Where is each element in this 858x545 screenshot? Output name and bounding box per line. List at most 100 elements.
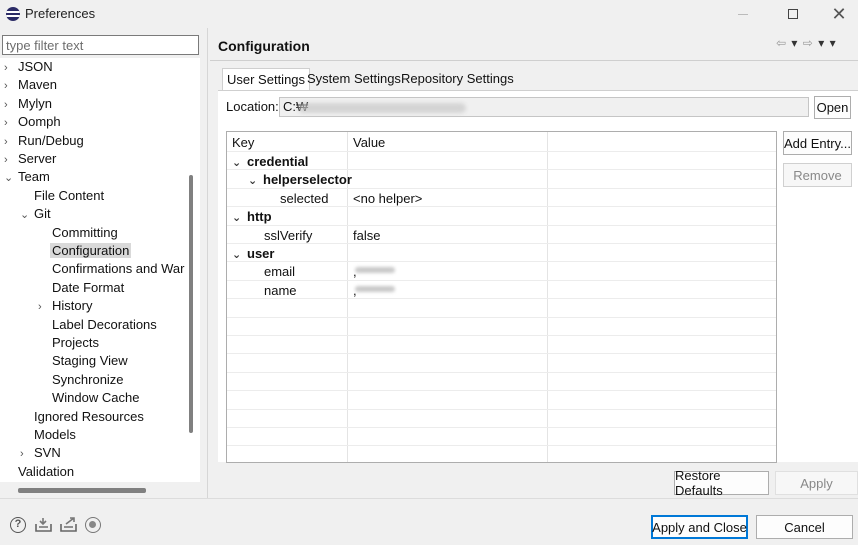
tree-item[interactable]: › SVN — [20, 444, 61, 462]
collapse-chevron-icon[interactable]: › — [4, 114, 18, 132]
tree-item[interactable]: › Maven — [4, 76, 57, 94]
header-divider — [210, 60, 858, 61]
table-row-key-text: sslVerify — [264, 227, 313, 243]
expand-chevron-icon[interactable]: ⌄ — [232, 209, 247, 227]
close-button[interactable]: ✕ — [816, 0, 858, 28]
tree-item-label: Server — [18, 151, 57, 166]
apply-and-close-button[interactable]: Apply and Close — [651, 515, 748, 539]
tree-item-label: Oomph — [18, 114, 61, 130]
expand-chevron-icon[interactable]: ⌄ — [4, 169, 18, 187]
table-row-key[interactable]: sslVerify — [264, 227, 312, 245]
restore-defaults-button[interactable]: Restore Defaults — [674, 468, 769, 498]
maximize-button[interactable] — [770, 0, 816, 28]
tree-item[interactable]: Date Format — [38, 279, 124, 297]
tree-item[interactable]: Ignored Resources — [20, 408, 144, 426]
tree-item[interactable]: Staging View — [38, 352, 128, 370]
tree-item[interactable]: Committing — [38, 224, 118, 242]
value-column-header[interactable]: Value — [353, 134, 385, 152]
open-button[interactable]: Open — [814, 96, 851, 119]
table-row-key[interactable]: ⌄ http — [232, 208, 272, 226]
collapse-chevron-icon[interactable]: › — [20, 445, 34, 463]
tree-item-label: Date Format — [52, 279, 125, 295]
filter-input[interactable] — [2, 35, 199, 55]
table-row-divider — [227, 298, 776, 300]
back-arrow-icon[interactable]: ⇦ — [776, 36, 787, 50]
tree-item[interactable]: Synchronize — [38, 371, 124, 389]
close-icon: ✕ — [831, 3, 847, 24]
tree-item-label: Validation — [18, 463, 75, 479]
cancel-button[interactable]: Cancel — [756, 515, 853, 539]
tree-item[interactable]: File Content — [20, 187, 104, 205]
table-row-divider — [227, 408, 776, 410]
tree-item[interactable]: ⌄ Team — [4, 168, 50, 186]
key-column-header[interactable]: Key — [232, 134, 254, 152]
expand-chevron-icon[interactable]: ⌄ — [248, 172, 263, 190]
expand-chevron-icon[interactable]: ⌄ — [20, 206, 34, 224]
tree-item[interactable]: Confirmations and Warr — [38, 260, 189, 278]
add-entry-button[interactable]: Add Entry... — [783, 131, 852, 155]
tree-item[interactable]: › Run/Debug — [4, 132, 84, 150]
apply-button[interactable]: Apply — [775, 471, 858, 495]
tree-horizontal-scroll-thumb[interactable] — [18, 488, 146, 493]
collapse-chevron-icon[interactable]: › — [4, 96, 18, 114]
tree-item-label: SVN — [34, 445, 61, 461]
tree-item[interactable]: Projects — [38, 334, 99, 352]
config-table[interactable]: Key Value ⌄ credential ⌄ helperselector sele… — [226, 131, 777, 463]
forward-arrow-icon[interactable]: ⇨ — [803, 36, 814, 50]
tree-item[interactable]: › Oomph — [4, 113, 61, 131]
table-row-key-text: name — [264, 282, 297, 298]
back-dropdown-icon[interactable]: ▾ — [791, 36, 798, 50]
remove-button[interactable]: Remove — [783, 163, 852, 187]
tree-item[interactable]: › JSON — [4, 58, 53, 76]
tree-item[interactable]: › Server — [4, 150, 56, 168]
tree-item[interactable]: Window Cache — [38, 389, 139, 407]
record-macro-icon[interactable] — [85, 517, 101, 533]
table-row-key-text: credential — [247, 154, 309, 169]
tree-item-label: Projects — [52, 335, 99, 350]
export-icon[interactable] — [60, 517, 77, 533]
tree-item-label: Run/Debug — [18, 132, 84, 148]
table-row-key[interactable]: selected — [280, 190, 328, 208]
minimize-button[interactable] — [720, 0, 766, 28]
table-row-divider — [227, 353, 776, 355]
tree-item[interactable]: Models — [20, 426, 76, 444]
help-icon[interactable]: ? — [10, 517, 26, 533]
tree-item[interactable]: › History — [38, 297, 92, 315]
tab-repository-settings[interactable]: Repository Settings — [397, 68, 518, 90]
panel-divider[interactable] — [207, 28, 208, 498]
tree-item[interactable]: Label Decorations — [38, 316, 157, 334]
table-row-divider — [227, 151, 776, 152]
table-row-key[interactable]: ⌄ helperselector — [248, 171, 352, 189]
minimize-icon — [738, 13, 748, 15]
tree-item-label: Configuration — [50, 243, 132, 258]
table-row-key[interactable]: name — [264, 282, 297, 300]
view-menu-icon[interactable]: ▾ — [830, 36, 837, 50]
maximize-icon — [788, 9, 798, 19]
tab-system-settings[interactable]: System Settings — [303, 68, 405, 90]
tree-item[interactable]: Configuration — [38, 242, 132, 260]
table-row-key-text: helperselector — [263, 172, 352, 188]
table-row-divider — [227, 316, 776, 318]
tree-item-label: Maven — [18, 77, 58, 93]
location-redacted-path — [298, 103, 466, 113]
expand-chevron-icon[interactable]: ⌄ — [232, 154, 247, 172]
table-row-value[interactable]: false — [353, 227, 380, 245]
collapse-chevron-icon[interactable]: › — [4, 59, 18, 77]
tree-item[interactable]: Validation — [4, 463, 74, 481]
tab-user-settings[interactable]: User Settings — [222, 68, 311, 90]
table-row-key[interactable]: email — [264, 263, 295, 281]
import-icon[interactable] — [35, 517, 52, 533]
collapse-chevron-icon[interactable]: › — [4, 77, 18, 95]
tree-item[interactable]: ⌄ Git — [20, 205, 51, 223]
tree-vertical-scroll-thumb[interactable] — [189, 175, 193, 433]
collapse-chevron-icon[interactable]: › — [4, 133, 18, 151]
tree-item[interactable]: › Mylyn — [4, 95, 52, 113]
table-row-key[interactable]: ⌄ user — [232, 245, 274, 263]
tree-item-label: Team — [18, 169, 50, 185]
table-row-value[interactable]: <no helper> — [353, 190, 422, 208]
expand-chevron-icon[interactable]: ⌄ — [232, 246, 247, 264]
forward-dropdown-icon[interactable]: ▾ — [818, 36, 825, 50]
collapse-chevron-icon[interactable]: › — [4, 151, 18, 169]
table-row-key[interactable]: ⌄ credential — [232, 153, 308, 171]
collapse-chevron-icon[interactable]: › — [38, 298, 52, 316]
